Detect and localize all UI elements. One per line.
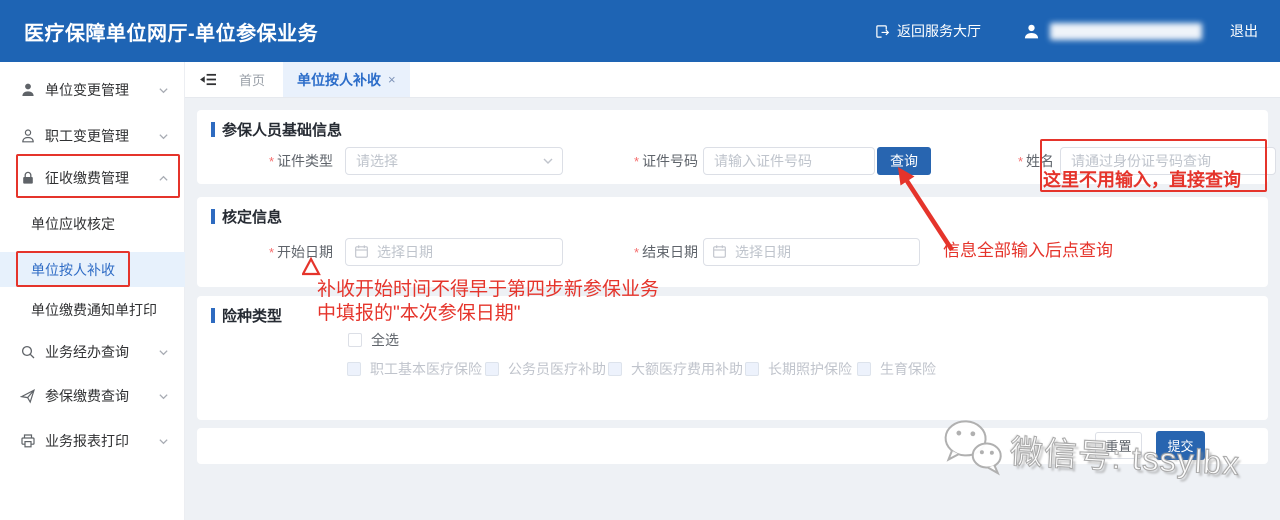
lock-icon	[20, 170, 36, 186]
user-icon	[1023, 23, 1040, 40]
page-title: 医疗保障单位网厅-单位参保业务	[24, 17, 318, 46]
checkbox-large-medical[interactable]: 大额医疗费用补助	[608, 359, 743, 379]
sidebar-item-insured-payment-query[interactable]: 参保缴费查询	[0, 385, 185, 407]
query-button[interactable]: 查询	[877, 147, 931, 175]
sidebar-item-label: 业务经办查询	[45, 342, 129, 362]
chevron-down-icon	[158, 391, 169, 402]
sidebar-item-unit-change[interactable]: 单位变更管理	[0, 79, 185, 101]
sidebar-item-business-query[interactable]: 业务经办查询	[0, 341, 185, 363]
collapse-menu-icon[interactable]	[200, 72, 217, 87]
section-basic-info: 参保人员基础信息 *证件类型 *证件号码 查询 *姓名	[197, 110, 1268, 184]
checkbox-maternity[interactable]: 生育保险	[857, 359, 936, 379]
section-accent-bar	[211, 209, 215, 224]
cert-no-input[interactable]	[703, 147, 875, 175]
section-accent-bar	[211, 122, 215, 137]
chevron-down-icon	[158, 436, 169, 447]
checkbox-longterm-care[interactable]: 长期照护保险	[745, 359, 852, 379]
chevron-down-icon	[158, 85, 169, 96]
checkbox-icon	[348, 333, 362, 347]
sidebar-item-report-print[interactable]: 业务报表打印	[0, 430, 185, 452]
name-input[interactable]	[1060, 147, 1276, 175]
sidebar-item-label: 单位变更管理	[45, 80, 129, 100]
checkbox-icon	[347, 362, 361, 376]
end-date-input[interactable]	[703, 238, 920, 266]
return-hall-label: 返回服务大厅	[897, 21, 981, 41]
chevron-down-icon	[158, 347, 169, 358]
tab-label: 单位按人补收	[297, 70, 381, 90]
checkbox-icon	[857, 362, 871, 376]
chevron-down-icon	[158, 131, 169, 142]
section-insurance-type: 险种类型 全选 职工基本医疗保险 公务员医疗补助 大额医疗费用补助 长期照护保险	[197, 296, 1268, 420]
user-filled-icon	[20, 82, 36, 98]
checkbox-icon	[745, 362, 759, 376]
sidebar-item-label: 参保缴费查询	[45, 386, 129, 406]
tab-close-icon[interactable]: ×	[388, 72, 396, 87]
checkbox-icon	[485, 362, 499, 376]
section-verify-info: 核定信息 *开始日期 *结束日期	[197, 197, 1268, 287]
app-header: 医疗保障单位网厅-单位参保业务 返回服务大厅 退出	[0, 0, 1280, 62]
main-content: 首页 单位按人补收 × 参保人员基础信息 *证件类型 *证件号码	[185, 62, 1280, 520]
submit-button[interactable]: 提交	[1156, 431, 1205, 460]
user-outline-icon	[20, 128, 36, 144]
sidebar-subitem-label: 单位应收核定	[31, 214, 115, 234]
tab-bar: 首页 单位按人补收 ×	[185, 62, 1280, 98]
printer-icon	[20, 433, 36, 449]
sidebar-item-label: 职工变更管理	[45, 126, 129, 146]
section-title: 核定信息	[222, 206, 282, 227]
start-date-label: *开始日期	[197, 242, 333, 262]
section-title: 险种类型	[222, 305, 282, 326]
sidebar-item-levy-payment[interactable]: 征收缴费管理	[0, 167, 185, 189]
sidebar-subitem-unit-supplement-active[interactable]: 单位按人补收	[0, 252, 185, 287]
select-all-label: 全选	[371, 330, 399, 350]
chevron-up-icon	[158, 173, 169, 184]
sidebar-subitem-label: 单位按人补收	[31, 260, 115, 280]
end-date-label: *结束日期	[634, 242, 698, 262]
sidebar-item-label: 业务报表打印	[45, 431, 129, 451]
select-all-checkbox[interactable]: 全选	[348, 330, 399, 350]
section-title: 参保人员基础信息	[222, 119, 342, 140]
sidebar-subitem-unit-receivable[interactable]: 单位应收核定	[0, 213, 185, 235]
form-footer: 重置 提交	[197, 428, 1268, 464]
tab-home[interactable]: 首页	[239, 70, 265, 89]
return-doc-icon	[875, 24, 890, 39]
search-icon	[20, 344, 36, 360]
checkbox-basic-medical[interactable]: 职工基本医疗保险	[347, 359, 482, 379]
sidebar-item-staff-change[interactable]: 职工变更管理	[0, 125, 185, 147]
cert-no-label: *证件号码	[634, 151, 698, 171]
sidebar: 单位变更管理 职工变更管理 征收缴费管理 单位应收核定 单位按人补收 单位缴费	[0, 62, 185, 520]
reset-button[interactable]: 重置	[1095, 432, 1142, 459]
section-accent-bar	[211, 308, 215, 323]
sidebar-item-label: 征收缴费管理	[45, 168, 129, 188]
return-hall-link[interactable]: 返回服务大厅	[875, 21, 981, 41]
checkbox-civil-servant[interactable]: 公务员医疗补助	[485, 359, 606, 379]
start-date-input[interactable]	[345, 238, 563, 266]
cert-type-select[interactable]	[345, 147, 563, 175]
name-label: *姓名	[1002, 151, 1054, 171]
cert-type-label: *证件类型	[197, 151, 333, 171]
app-window: 医疗保障单位网厅-单位参保业务 返回服务大厅 退出	[0, 0, 1280, 520]
checkbox-icon	[608, 362, 622, 376]
sidebar-subitem-label: 单位缴费通知单打印	[31, 300, 157, 320]
logout-button[interactable]: 退出	[1230, 21, 1258, 41]
username-blurred	[1050, 23, 1202, 40]
send-icon	[20, 388, 36, 404]
tab-unit-supplement[interactable]: 单位按人补收 ×	[283, 62, 410, 97]
sidebar-subitem-payment-notice-print[interactable]: 单位缴费通知单打印	[0, 299, 185, 321]
